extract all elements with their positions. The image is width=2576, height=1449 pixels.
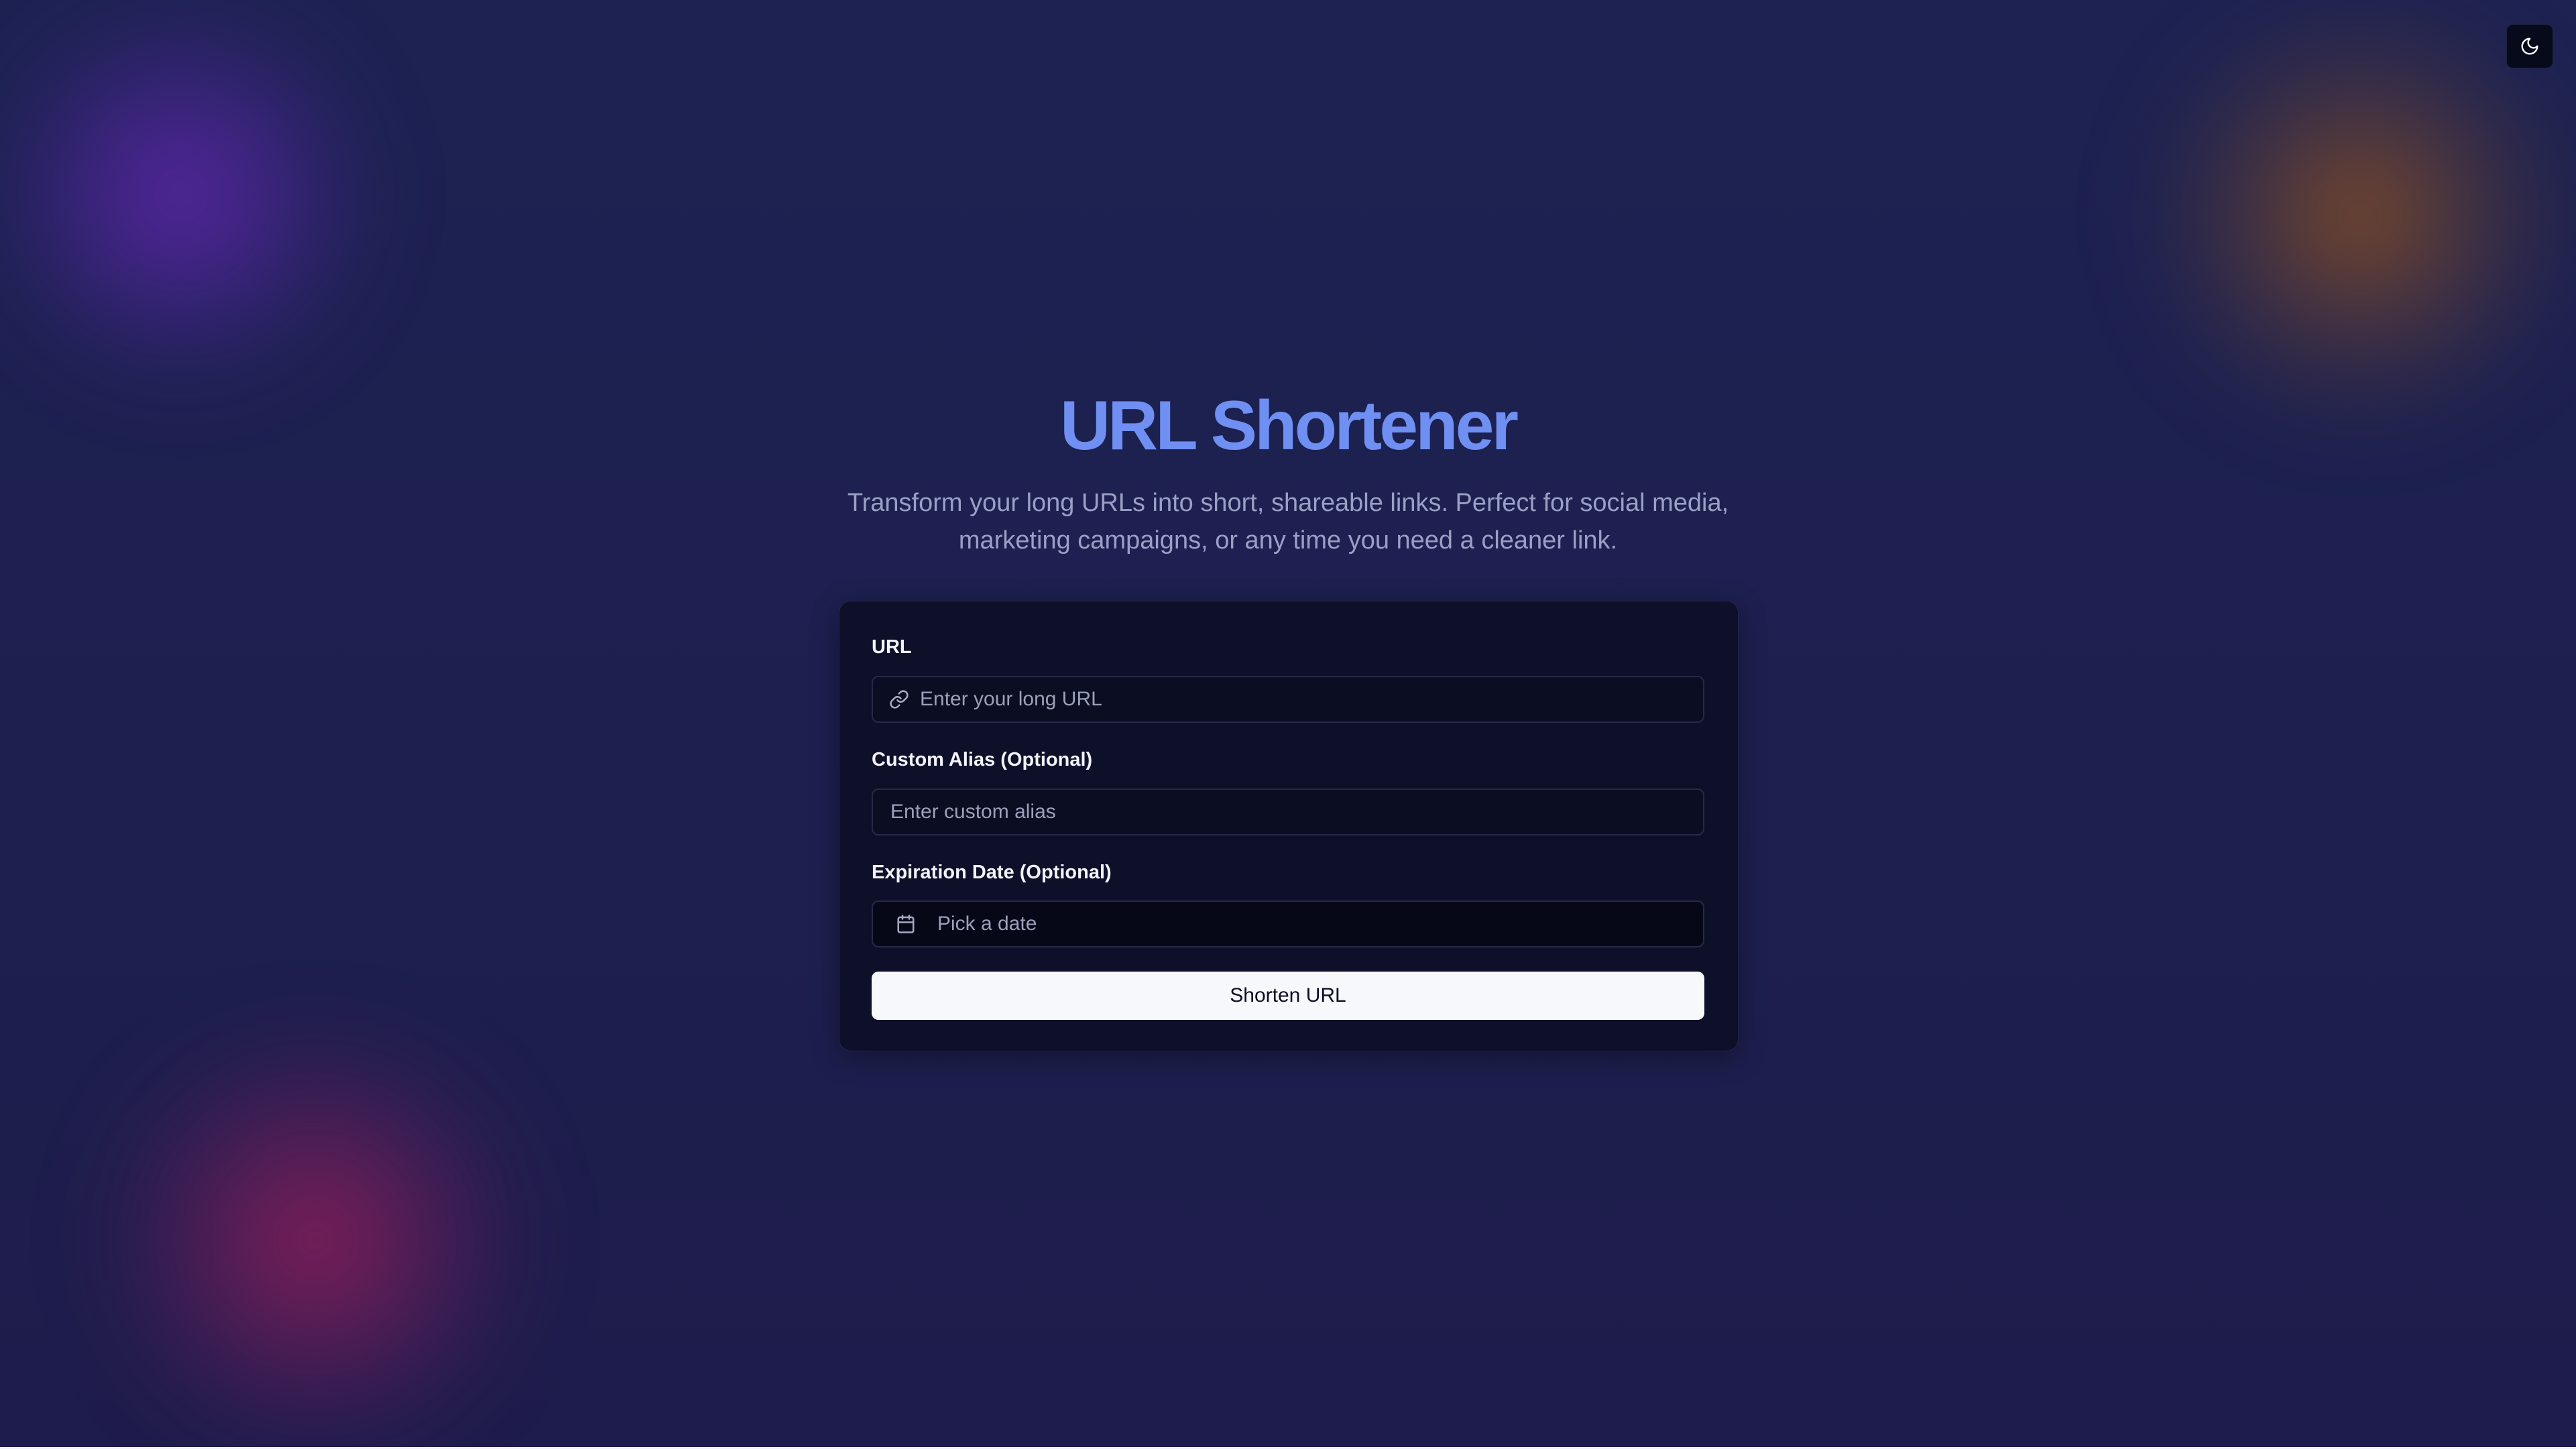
expiration-date-picker[interactable]: Pick a date [872, 901, 1704, 947]
page-subtitle: Transform your long URLs into short, sha… [847, 489, 1729, 555]
expiration-label: Expiration Date (Optional) [872, 862, 1112, 883]
moon-icon [2521, 38, 2538, 55]
url-input-placeholder: Enter your long URL [920, 688, 1102, 710]
expiration-placeholder: Pick a date [937, 913, 1037, 935]
page-title: URL Shortener [1060, 387, 1519, 465]
alias-input[interactable]: Enter custom alias [872, 789, 1704, 835]
url-input[interactable]: Enter your long URL [872, 676, 1704, 723]
alias-label: Custom Alias (Optional) [872, 749, 1093, 770]
hero-section: URL Shortener Transform your long URLs i… [0, 382, 2576, 559]
shorten-form-card: URL Enter your long URL Custom Alias (Op… [839, 601, 1739, 1051]
page-background: URL Shortener Transform your long URLs i… [0, 0, 2576, 1449]
theme-toggle-button[interactable] [2506, 24, 2553, 68]
calendar-icon [894, 913, 917, 935]
url-label: URL [872, 636, 912, 658]
shorten-url-button[interactable]: Shorten URL [872, 972, 1704, 1020]
pink-glow-decoration [80, 1033, 550, 1448]
alias-input-placeholder: Enter custom alias [890, 801, 1056, 823]
link-icon [888, 688, 911, 711]
purple-glow-decoration [0, 0, 389, 389]
